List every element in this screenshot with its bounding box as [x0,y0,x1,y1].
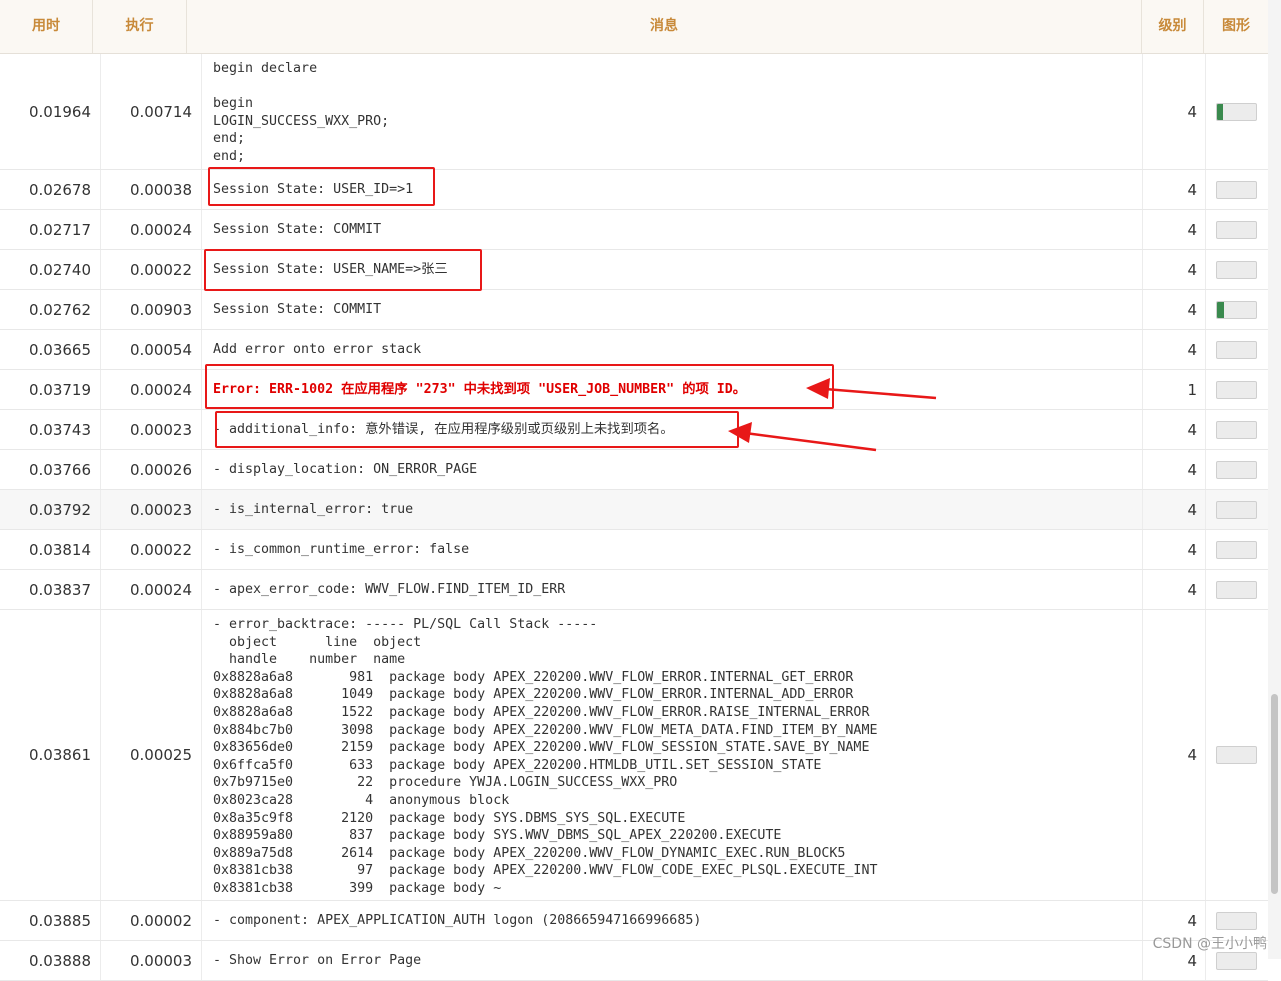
vertical-scrollbar[interactable] [1268,0,1281,959]
annotation-arrows [728,378,937,452]
scrollbar-thumb[interactable] [1271,694,1278,894]
watermark: CSDN @王小小鸭 [1152,936,1267,952]
